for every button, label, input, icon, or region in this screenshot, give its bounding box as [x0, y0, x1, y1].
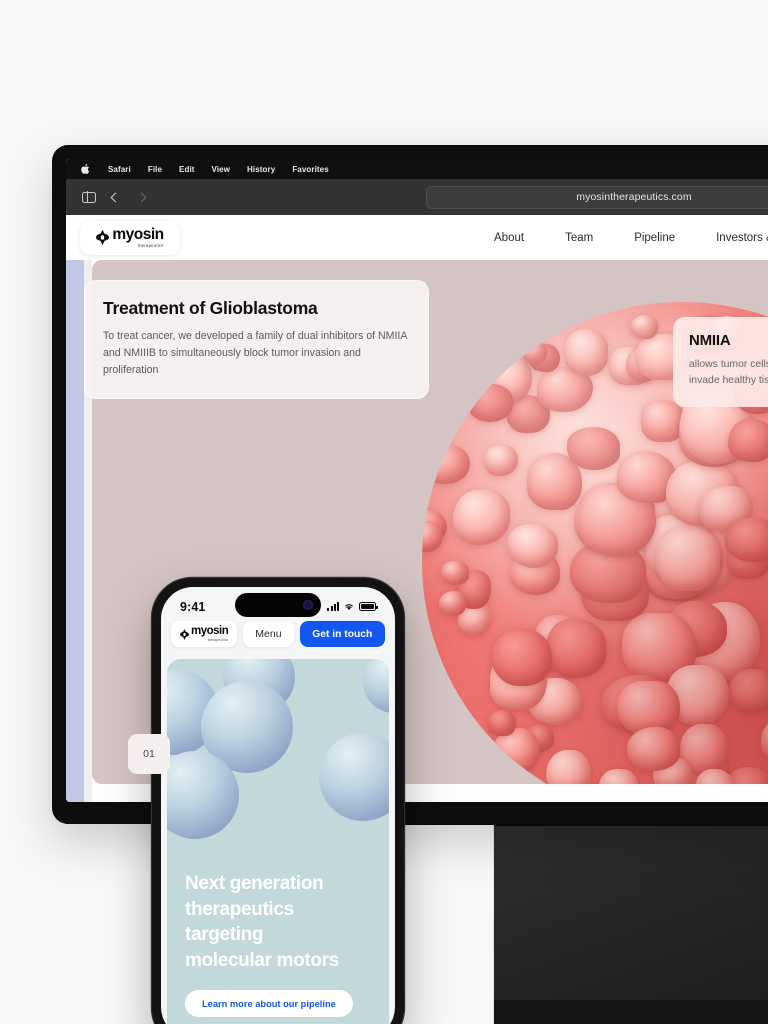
- phone-learn-more-button[interactable]: Learn more about our pipeline: [185, 990, 353, 1017]
- tumour-lobe: [567, 427, 620, 470]
- tumour-lobe: [565, 329, 609, 376]
- menubar-item-safari[interactable]: Safari: [108, 165, 131, 174]
- address-bar[interactable]: myosintherapeutics.com: [426, 186, 768, 209]
- step-badge-label: 01: [143, 748, 155, 760]
- tumour-lobe: [453, 490, 510, 545]
- site-header: About Team Pipeline Investors & News myo…: [66, 215, 768, 260]
- menubar-item-view[interactable]: View: [212, 165, 231, 174]
- status-bar-indicators: [327, 597, 376, 611]
- screenshot-stage: Safari File Edit View History Favorites: [0, 0, 768, 1024]
- phone-screen: 9:41 myosin therapeutics Menu Get in tou…: [161, 587, 395, 1024]
- cellular-bars-icon: [327, 602, 339, 611]
- chevron-right-icon: [136, 192, 146, 202]
- nav-link-investors-news[interactable]: Investors & News: [716, 232, 768, 244]
- tumour-lobe: [488, 710, 516, 736]
- menubar-item-file[interactable]: File: [148, 165, 162, 174]
- tumour-lobe: [546, 750, 591, 784]
- hero-headline-card: Treatment of Glioblastoma To treat cance…: [84, 280, 429, 399]
- phone-menu-button[interactable]: Menu: [243, 621, 293, 647]
- ios-status-bar: 9:41: [161, 587, 395, 621]
- wifi-icon: [343, 602, 355, 611]
- secondary-display-screen: [494, 826, 768, 1005]
- macos-menu-bar: Safari File Edit View History Favorites: [66, 159, 768, 179]
- tumour-lobe: [655, 526, 719, 591]
- secondary-display-left-panel: [404, 825, 494, 1024]
- phone-device: 9:41 myosin therapeutics Menu Get in tou…: [152, 578, 404, 1024]
- nmiia-body-line-2: invade healthy tissue: [689, 373, 768, 389]
- site-nav: About Team Pipeline Investors & News: [262, 215, 768, 260]
- tumour-lobe: [630, 315, 658, 340]
- nav-link-team[interactable]: Team: [565, 232, 593, 244]
- nmiia-body-line-1: allows tumor cells to: [689, 357, 768, 373]
- tumour-lobe: [599, 769, 639, 784]
- site-logo[interactable]: myosin therapeutics: [80, 221, 180, 255]
- address-bar-url: myosintherapeutics.com: [576, 191, 691, 203]
- phone-hero-headline-line-4: molecular motors: [185, 948, 377, 973]
- sidebar-toggle-icon: [82, 192, 96, 203]
- site-logo-text: myosin therapeutics: [112, 227, 163, 248]
- tumour-lobe: [491, 629, 552, 687]
- molecule-sphere: [363, 659, 389, 713]
- tumour-lobe: [468, 384, 513, 421]
- menubar-item-favorites[interactable]: Favorites: [292, 165, 328, 174]
- tumour-lobe: [484, 445, 518, 476]
- apple-logo-icon[interactable]: [80, 163, 91, 175]
- myosin-logo-mark-icon: [96, 230, 109, 245]
- step-badge[interactable]: 01: [128, 734, 170, 774]
- phone-hero-section: Next generation therapeutics targeting m…: [167, 659, 389, 1024]
- phone-get-in-touch-button[interactable]: Get in touch: [300, 621, 385, 647]
- nmiia-title: NMIIA: [689, 332, 768, 349]
- tumour-lobe: [761, 720, 768, 763]
- hero-title: Treatment of Glioblastoma: [103, 298, 410, 319]
- phone-site-logo-subtitle: therapeutics: [191, 639, 228, 642]
- phone-hero-headline: Next generation therapeutics targeting m…: [185, 871, 377, 973]
- myosin-logo-mark-icon: [180, 629, 189, 640]
- forward-button[interactable]: [128, 186, 154, 208]
- sidebar-toggle-button[interactable]: [76, 186, 102, 208]
- tumour-lobe: [422, 445, 470, 484]
- nav-link-about[interactable]: About: [494, 232, 524, 244]
- site-logo-word: myosin: [112, 227, 163, 243]
- phone-hero-headline-line-3: targeting: [185, 922, 377, 947]
- safari-toolbar: myosintherapeutics.com: [66, 179, 768, 215]
- molecule-sphere: [319, 733, 389, 821]
- phone-site-logo-word: myosin: [191, 626, 228, 638]
- hero-left-accent-strip: [66, 260, 84, 802]
- nmiia-info-card: NMIIA allows tumor cells to invade healt…: [673, 317, 768, 407]
- phone-hero-headline-line-1: Next generation: [185, 871, 377, 896]
- tumour-lobe: [725, 518, 768, 562]
- menubar-item-edit[interactable]: Edit: [179, 165, 195, 174]
- tumour-lobe: [617, 681, 680, 734]
- tumour-lobe: [507, 524, 557, 568]
- tumour-lobe: [546, 619, 605, 678]
- tumour-lobe: [627, 727, 681, 771]
- phone-site-logo[interactable]: myosin therapeutics: [171, 621, 237, 647]
- phone-site-header: myosin therapeutics Menu Get in touch: [161, 621, 395, 655]
- battery-icon: [359, 602, 376, 611]
- tumour-lobe: [441, 561, 469, 585]
- menubar-item-history[interactable]: History: [247, 165, 275, 174]
- tumour-lobe: [728, 419, 768, 462]
- tumour-lobe: [523, 341, 547, 365]
- back-button[interactable]: [102, 186, 128, 208]
- front-camera-icon: [303, 600, 313, 610]
- tumour-lobe: [729, 669, 768, 714]
- site-logo-subtitle: therapeutics: [112, 244, 163, 248]
- tumour-lobe: [439, 591, 466, 617]
- secondary-display-base: [494, 1000, 768, 1024]
- phone-hero-headline-line-2: therapeutics: [185, 897, 377, 922]
- dynamic-island: [235, 593, 321, 617]
- nav-link-pipeline[interactable]: Pipeline: [634, 232, 675, 244]
- status-bar-time: 9:41: [180, 595, 205, 614]
- phone-site-logo-text: myosin therapeutics: [191, 626, 228, 642]
- tumour-lobe: [422, 521, 442, 552]
- chevron-left-icon: [110, 192, 120, 202]
- hero-body: To treat cancer, we developed a family o…: [103, 328, 410, 379]
